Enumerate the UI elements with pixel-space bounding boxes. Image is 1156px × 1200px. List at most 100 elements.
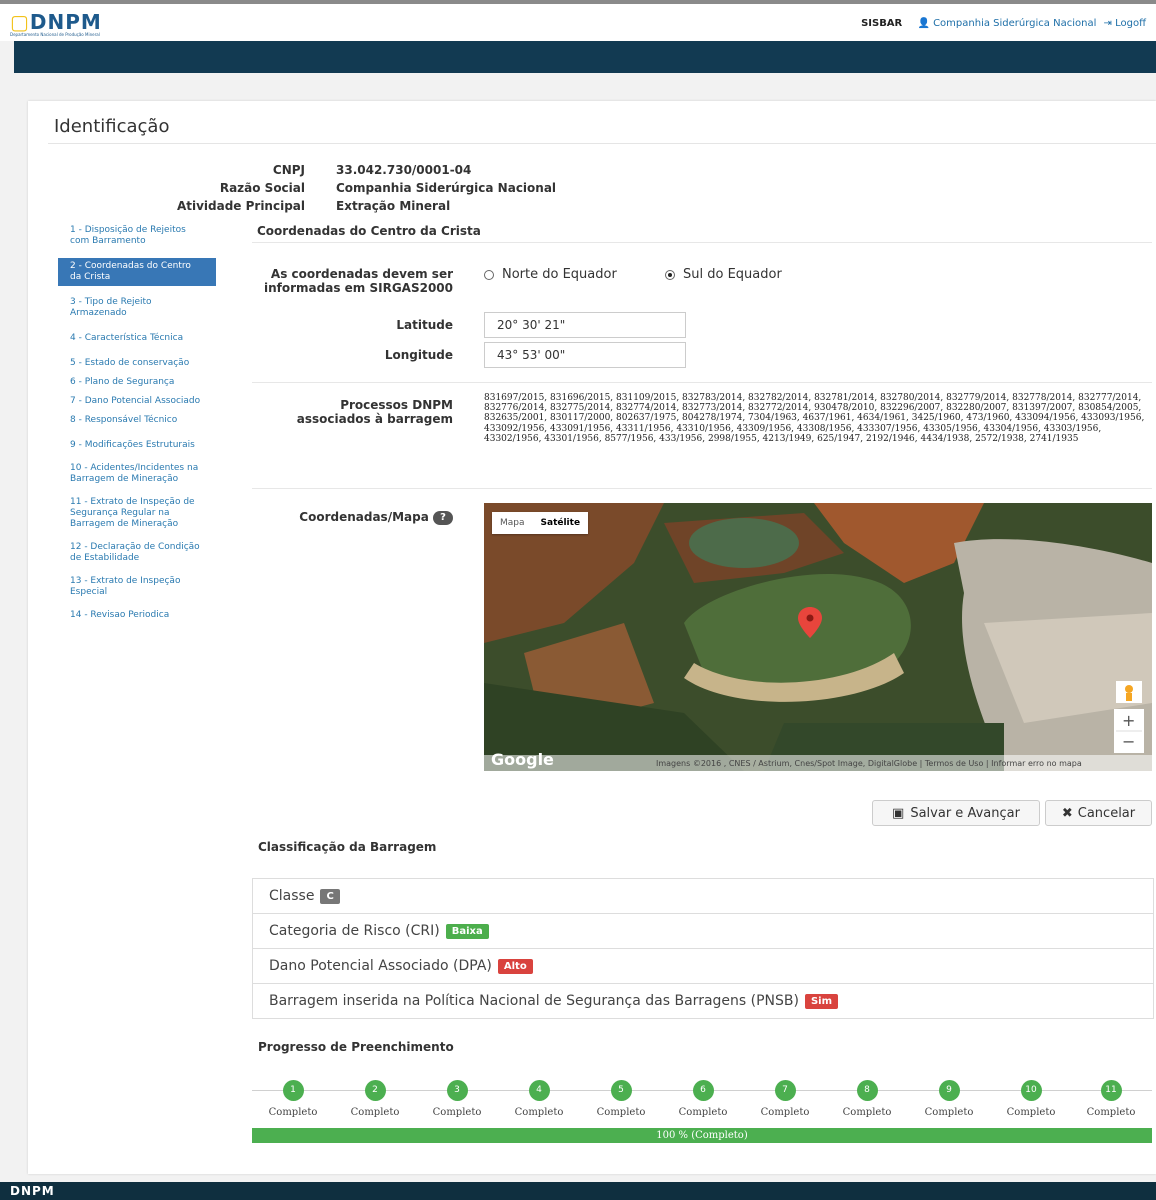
cnpj-value: 33.042.730/0001-04 (336, 163, 472, 177)
classification-list: Classe C Categoria de Risco (CRI) Baixa … (252, 878, 1154, 1019)
sidebar-item-extrato-especial[interactable]: 13 - Extrato de Inspeção Especial (58, 573, 216, 601)
sidebar-item-acidentes[interactable]: 10 - Acidentes/Incidentes na Barragem de… (58, 460, 216, 488)
satellite-map[interactable]: Mapa Satélite + − Google Imagens ©2016 ,… (484, 503, 1152, 771)
company-link[interactable]: 👤 Companhia Siderúrgica Nacional (917, 18, 1096, 29)
radio-sul-circle[interactable] (665, 269, 675, 280)
sidebar-item-tipo-rejeito[interactable]: 3 - Tipo de Rejeito Armazenado (58, 294, 216, 322)
radio-sul[interactable]: Sul do Equador (665, 267, 782, 282)
title-divider (48, 143, 1156, 144)
zoom-in-button[interactable]: + (1122, 711, 1135, 730)
mapa-label-text: Coordenadas/Mapa (299, 510, 429, 524)
sidebar-item-dano-potencial[interactable]: 7 - Dano Potencial Associado (58, 393, 216, 410)
step-label: Completo (678, 1107, 728, 1118)
app-header: ▢DNPM Departamento Nacional de Produção … (0, 4, 1156, 41)
processos-value: 831697/2015, 831696/2015, 831109/2015, 8… (484, 393, 1145, 444)
atividade-value: Extração Mineral (336, 199, 451, 213)
step-5[interactable]: 5 Completo (580, 1080, 662, 1118)
dpa-label: Dano Potencial Associado (DPA) (269, 958, 492, 974)
map-report-link[interactable]: Informar erro no mapa (991, 759, 1082, 768)
step-label: Completo (350, 1107, 400, 1118)
map-type-tabs: Mapa Satélite (492, 512, 589, 534)
longitude-label: Longitude (384, 348, 453, 362)
nav-bar (14, 41, 1156, 73)
step-label: Completo (514, 1107, 564, 1118)
map-terms-link[interactable]: Termos de Uso (925, 759, 983, 768)
processos-label: Processos DNPM associados à barragem (296, 398, 453, 426)
logo-o-mark: ▢ (10, 10, 30, 34)
latitude-input[interactable] (484, 312, 686, 338)
map-imagery (484, 503, 1152, 771)
google-logo: Google (491, 750, 554, 769)
step-2[interactable]: 2 Completo (334, 1080, 416, 1118)
sidebar-item-revisao[interactable]: 14 - Revisao Periodica (58, 607, 216, 624)
step-8[interactable]: 8 Completo (826, 1080, 908, 1118)
sidebar-item-caracteristica-tecnica[interactable]: 4 - Característica Técnica (58, 330, 216, 347)
step-circle: 5 (610, 1080, 632, 1101)
section-title-coordenadas: Coordenadas do Centro da Crista (257, 224, 481, 238)
radio-norte-circle[interactable] (484, 269, 494, 280)
sidebar-item-responsavel-tecnico[interactable]: 8 - Responsável Técnico (58, 412, 216, 429)
classification-item-cri: Categoria de Risco (CRI) Baixa (253, 914, 1153, 949)
cri-label: Categoria de Risco (CRI) (269, 923, 440, 939)
step-label: Completo (760, 1107, 810, 1118)
step-1[interactable]: 1 Completo (252, 1080, 334, 1118)
section-divider (252, 242, 1152, 243)
step-circle: 8 (856, 1080, 878, 1101)
latitude-label: Latitude (396, 318, 453, 332)
step-9[interactable]: 9 Completo (908, 1080, 990, 1118)
dpa-badge: Alto (497, 958, 533, 974)
step-circle: 10 (1020, 1080, 1042, 1101)
step-label: Completo (842, 1107, 892, 1118)
save-advance-label: Salvar e Avançar (910, 805, 1020, 821)
classification-item-classe: Classe C (253, 879, 1153, 914)
classe-label: Classe (269, 888, 315, 904)
zoom-out-button[interactable]: − (1122, 732, 1135, 751)
progress-title: Progresso de Preenchimento (258, 1040, 454, 1054)
sidebar-item-disposicao[interactable]: 1 - Disposição de Rejeitos com Barrament… (58, 222, 216, 250)
classification-title: Classificação da Barragem (258, 840, 437, 854)
help-icon[interactable]: ? (433, 510, 453, 525)
map-tab-mapa[interactable]: Mapa (492, 512, 533, 534)
map-attribution-text: Imagens ©2016 , CNES / Astrium, Cnes/Spo… (656, 759, 918, 768)
save-advance-button[interactable]: ▣ Salvar e Avançar (872, 800, 1040, 826)
step-label: Completo (268, 1107, 318, 1118)
sidebar-item-plano-seguranca[interactable]: 6 - Plano de Segurança (58, 374, 216, 391)
user-icon: 👤 (917, 18, 930, 29)
step-4[interactable]: 4 Completo (498, 1080, 580, 1118)
map-attribution: Imagens ©2016 , CNES / Astrium, Cnes/Spo… (656, 759, 1082, 768)
pnsb-label: Barragem inserida na Política Nacional d… (269, 993, 799, 1009)
close-icon: ✖ (1061, 805, 1073, 821)
cnpj-label: CNPJ (272, 163, 305, 177)
step-label: Completo (1086, 1107, 1136, 1118)
cancel-button[interactable]: ✖ Cancelar (1045, 800, 1152, 826)
step-circle: 7 (774, 1080, 796, 1101)
progress-steps: 1 Completo 2 Completo 3 Completo 4 Completo … (252, 1080, 1152, 1130)
step-label: Completo (1006, 1107, 1056, 1118)
step-label: Completo (596, 1107, 646, 1118)
razao-social-label: Razão Social (219, 181, 305, 195)
step-circle: 9 (938, 1080, 960, 1101)
longitude-input[interactable] (484, 342, 686, 368)
progress-bar: 100 % (Completo) (252, 1128, 1152, 1143)
step-circle: 11 (1100, 1080, 1122, 1101)
step-7[interactable]: 7 Completo (744, 1080, 826, 1118)
sidebar-item-extrato-regular[interactable]: 11 - Extrato de Inspeção de Segurança Re… (58, 494, 216, 533)
sidebar-item-coordenadas[interactable]: 2 - Coordenadas do Centro da Crista (58, 258, 216, 286)
mapa-divider (252, 488, 1152, 489)
sidebar-item-estado-conservacao[interactable]: 5 - Estado de conservação (58, 355, 216, 372)
dnpm-logo[interactable]: ▢DNPM Departamento Nacional de Produção … (10, 10, 102, 37)
pegman-icon[interactable] (1125, 685, 1133, 693)
sidebar-item-modificacoes[interactable]: 9 - Modificações Estruturais (58, 437, 216, 454)
step-6[interactable]: 6 Completo (662, 1080, 744, 1118)
step-11[interactable]: 11 Completo (1070, 1080, 1152, 1118)
step-10[interactable]: 10 Completo (990, 1080, 1072, 1118)
step-3[interactable]: 3 Completo (416, 1080, 498, 1118)
radio-norte[interactable]: Norte do Equador (484, 267, 617, 282)
cancel-label: Cancelar (1077, 805, 1136, 821)
step-label: Completo (924, 1107, 974, 1118)
user-menu: SISBAR 👤 Companhia Siderúrgica Nacional … (861, 18, 1146, 29)
page-title: Identificação (54, 116, 170, 137)
sidebar-item-declaracao[interactable]: 12 - Declaração de Condição de Estabilid… (58, 539, 216, 567)
logoff-link[interactable]: ⇥ Logoff (1104, 18, 1146, 29)
map-tab-satelite[interactable]: Satélite (533, 512, 589, 534)
